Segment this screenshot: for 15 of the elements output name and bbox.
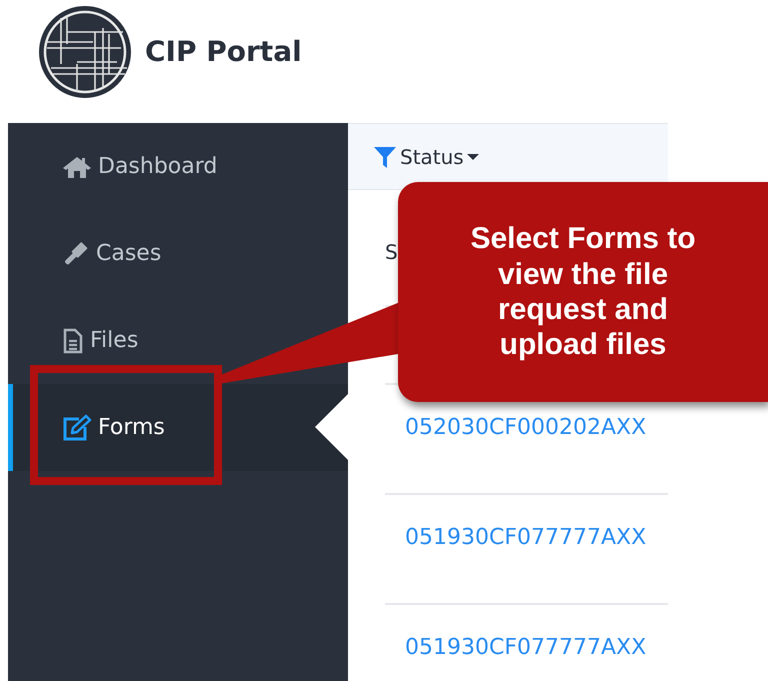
edit-icon [62, 414, 92, 442]
app-title: CIP Portal [145, 35, 302, 68]
logo-icon [37, 4, 133, 100]
caret-icon [466, 152, 479, 160]
hammer-icon [62, 240, 90, 266]
document-icon [62, 328, 84, 354]
home-icon [62, 154, 92, 178]
nav-item[interactable]: Cases [8, 210, 348, 297]
filter-icon [373, 144, 397, 168]
nav-item[interactable]: Dashboard [8, 123, 348, 210]
nav-item[interactable]: Forms [8, 384, 348, 471]
column-header: S [385, 240, 398, 264]
callout-text: Select Forms to view the file request and upload files [470, 221, 696, 363]
nav-item[interactable]: Files [8, 297, 348, 384]
status-filter[interactable]: Status [373, 144, 479, 168]
